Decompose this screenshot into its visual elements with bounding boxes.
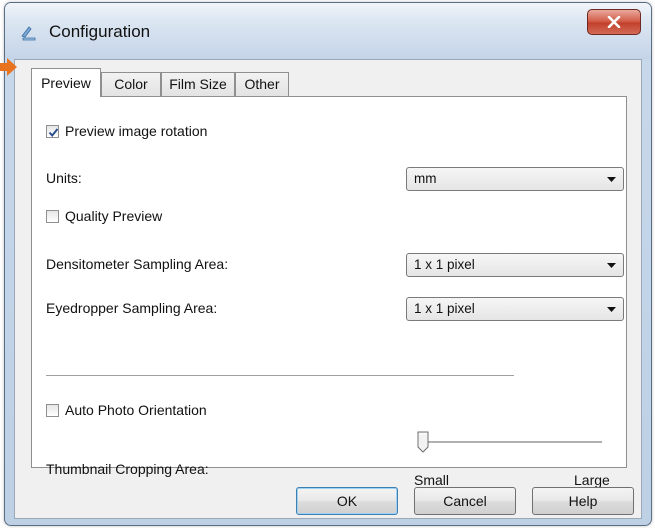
preview-tab-panel: Preview image rotation Units: mm Quality… — [31, 96, 627, 488]
tab-preview[interactable]: Preview — [31, 68, 101, 97]
units-label: Units: — [46, 170, 82, 186]
configuration-window: Configuration Preview Color Film Size Ot… — [4, 2, 652, 526]
chevron-down-icon — [607, 177, 616, 182]
thumbnail-slider-thumb[interactable] — [417, 431, 429, 453]
chevron-down-icon — [607, 307, 616, 312]
units-value: mm — [414, 171, 437, 186]
preview-rotation-label: Preview image rotation — [65, 123, 208, 139]
slider-min-label: Small — [414, 472, 450, 488]
auto-orientation-label: Auto Photo Orientation — [65, 402, 207, 418]
thumbnail-slider-track[interactable] — [428, 441, 602, 444]
units-dropdown[interactable]: mm — [406, 167, 624, 191]
dialog-body: Preview Color Film Size Other Preview im… — [14, 59, 642, 519]
tab-film-size[interactable]: Film Size — [161, 72, 235, 96]
window-title: Configuration — [49, 22, 151, 41]
auto-orientation-option[interactable]: Auto Photo Orientation — [46, 402, 207, 418]
preview-rotation-option[interactable]: Preview image rotation — [46, 123, 207, 139]
cancel-button[interactable]: Cancel — [414, 487, 516, 515]
check-icon — [48, 127, 59, 137]
pointer-arrow-icon — [0, 58, 17, 76]
tab-color[interactable]: Color — [101, 72, 161, 96]
app-icon — [19, 23, 39, 43]
slider-max-label: Large — [574, 472, 610, 488]
eyedropper-value: 1 x 1 pixel — [414, 301, 475, 316]
tab-other[interactable]: Other — [235, 72, 289, 96]
densitometer-value: 1 x 1 pixel — [414, 257, 475, 272]
preview-rotation-checkbox[interactable] — [46, 124, 59, 138]
densitometer-label: Densitometer Sampling Area: — [46, 256, 229, 272]
title-bar[interactable]: Configuration — [5, 3, 651, 59]
quality-preview-label: Quality Preview — [65, 208, 163, 224]
close-icon — [607, 16, 621, 28]
thumbnail-cropping-label: Thumbnail Cropping Area: — [46, 461, 209, 477]
close-button[interactable] — [587, 9, 641, 35]
quality-preview-checkbox[interactable] — [46, 209, 59, 223]
eyedropper-label: Eyedropper Sampling Area: — [46, 300, 218, 316]
quality-preview-option[interactable]: Quality Preview — [46, 208, 162, 224]
densitometer-dropdown[interactable]: 1 x 1 pixel — [406, 253, 624, 277]
section-divider — [46, 375, 514, 377]
ok-button[interactable]: OK — [296, 487, 398, 515]
help-button[interactable]: Help — [532, 487, 634, 515]
auto-orientation-checkbox[interactable] — [46, 403, 59, 417]
chevron-down-icon — [607, 263, 616, 268]
eyedropper-dropdown[interactable]: 1 x 1 pixel — [406, 297, 624, 321]
